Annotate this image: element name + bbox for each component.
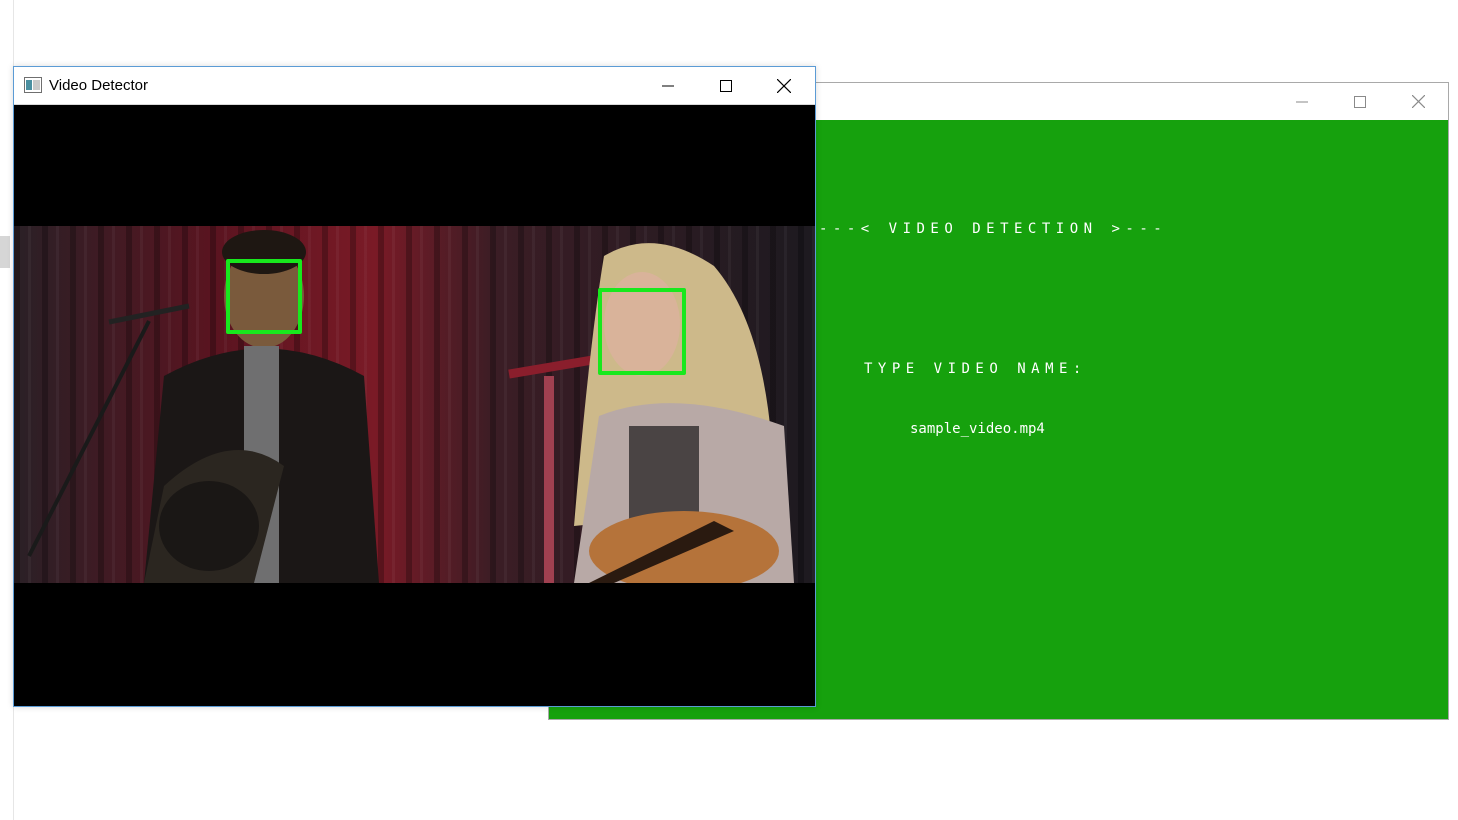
- video-scene: [14, 226, 815, 583]
- face-detection-box: [598, 288, 686, 375]
- maximize-icon: [1354, 95, 1366, 108]
- minimize-icon: [662, 85, 674, 86]
- video-detector-window[interactable]: Video Detector: [13, 66, 816, 707]
- console-input-value[interactable]: sample_video.mp4: [910, 421, 1045, 437]
- close-icon: [1411, 95, 1425, 108]
- window-title: Video Detector: [49, 77, 148, 94]
- desktop-side-tab: [0, 236, 10, 268]
- video-scene-image: [14, 226, 815, 583]
- maximize-icon: [720, 79, 732, 92]
- console-prompt: TYPE VIDEO NAME:: [864, 361, 1087, 377]
- video-minimize-button[interactable]: [639, 67, 697, 104]
- console-maximize-button[interactable]: [1331, 83, 1389, 120]
- minimize-icon: [1296, 101, 1308, 102]
- video-frame: [14, 105, 815, 706]
- face-detection-box: [226, 259, 302, 334]
- close-icon: [777, 78, 791, 93]
- video-close-button[interactable]: [755, 67, 813, 104]
- video-titlebar[interactable]: Video Detector: [14, 67, 815, 105]
- console-minimize-button[interactable]: [1273, 83, 1331, 120]
- video-maximize-button[interactable]: [697, 67, 755, 104]
- console-header-line: ---< VIDEO DETECTION >---: [819, 221, 1168, 237]
- app-icon: [24, 77, 42, 93]
- console-close-button[interactable]: [1389, 83, 1447, 120]
